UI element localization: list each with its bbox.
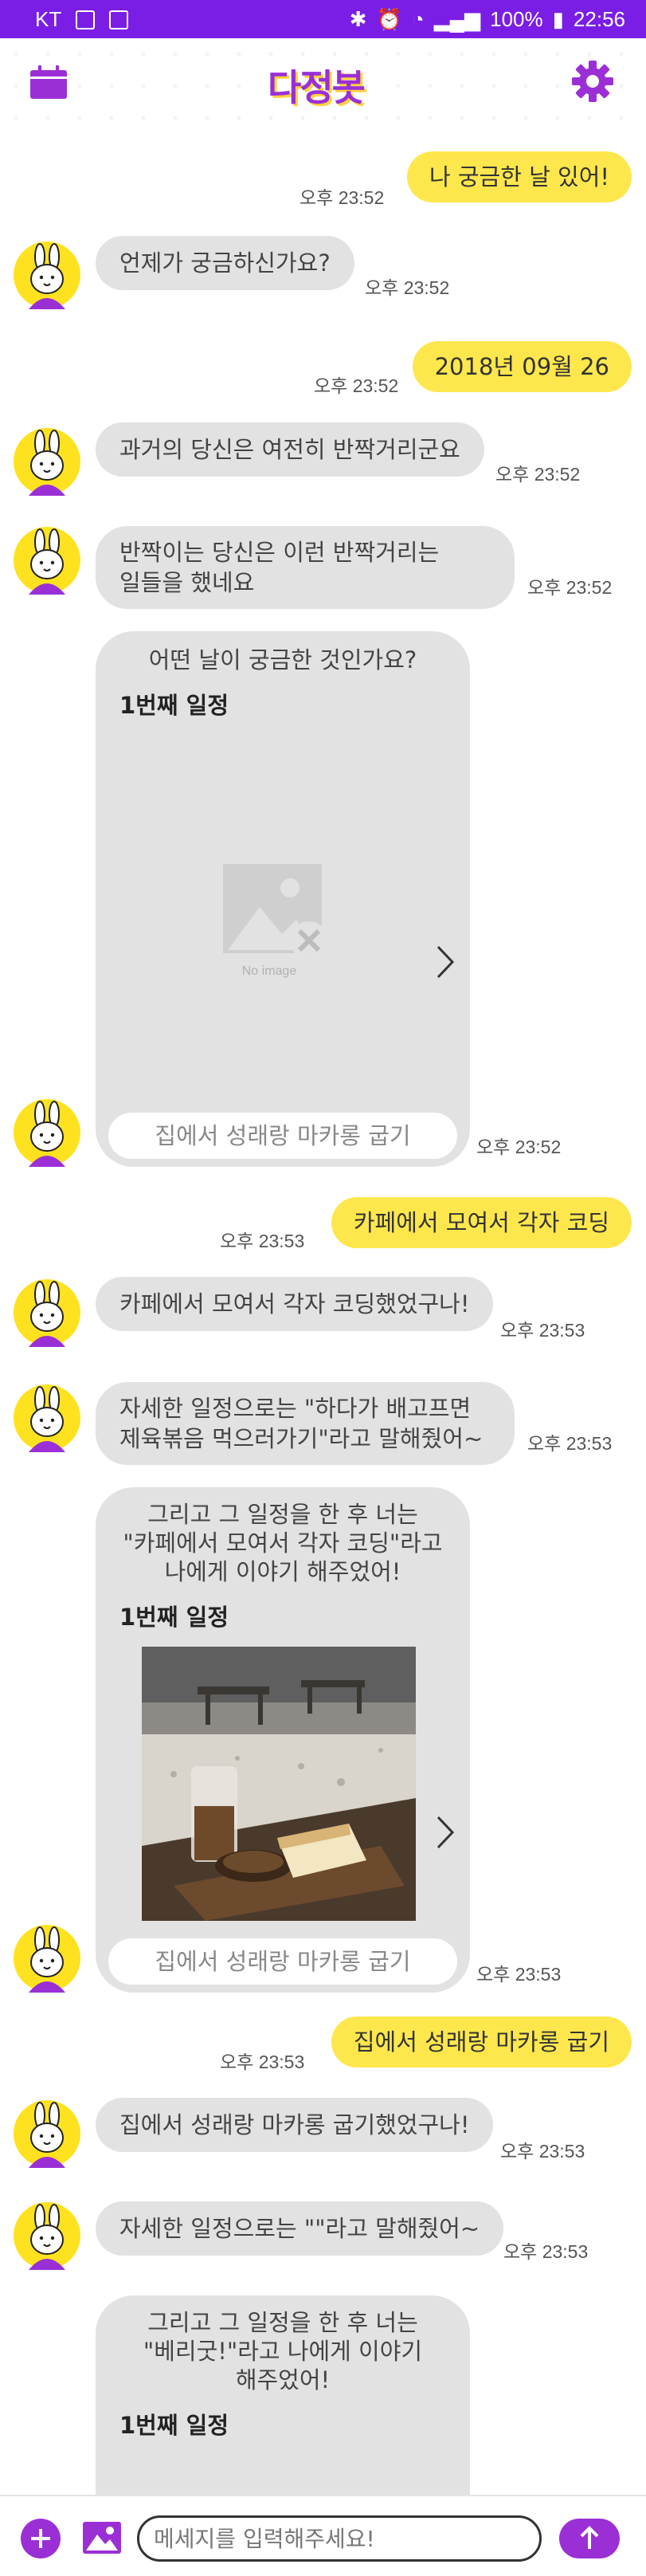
bot-message: 언제가 궁금하신가요? <box>96 236 354 290</box>
signal-icon: ▂▄▆ <box>433 7 481 31</box>
schedule-label: 1번째 일정 <box>119 2412 229 2439</box>
bot-avatar <box>13 1278 81 1347</box>
battery-percent: 100% <box>490 7 543 31</box>
card-line: 그리고 그 일정을 한 후 너는 <box>147 1501 418 1528</box>
card-line: 나에게 이야기 해주었어! <box>164 1558 401 1585</box>
chevron-right-icon[interactable] <box>433 942 457 982</box>
app-header: 다정봇 <box>0 38 646 126</box>
message-line: 자세한 일정으로는 "하다가 배고프면 <box>119 1395 472 1422</box>
message-line: 일들을 했네요 <box>119 569 255 596</box>
message-time: 오후 23:52 <box>300 187 385 208</box>
calendar-button[interactable] <box>29 65 69 100</box>
wifi-icon: ◔ <box>411 7 425 31</box>
message-time: 오후 23:53 <box>527 1433 613 1454</box>
settings-button[interactable] <box>570 59 615 104</box>
alarm-icon: ⏰ <box>376 7 402 31</box>
message-time: 오후 23:53 <box>500 1320 585 1341</box>
gear-icon <box>572 61 613 102</box>
card-line: "카페에서 모여서 각자 코딩"라고 <box>123 1530 443 1557</box>
cafe-photo <box>142 1647 416 1921</box>
message-line: 반짝이는 당신은 이런 반짝거리는 <box>119 539 440 566</box>
checkbox-notification-icon <box>109 10 129 29</box>
bot-message: 집에서 성래랑 마카롱 굽기했었구나! <box>96 2098 494 2152</box>
bot-message: 자세한 일정으로는 "하다가 배고프면 제육볶음 먹으러가기"라고 말해줬어~ <box>96 1382 515 1465</box>
schedule-caption: 집에서 성래랑 마카롱 굽기 <box>108 1938 457 1985</box>
user-message: 집에서 성래랑 마카롱 굽기 <box>331 2016 632 2067</box>
bot-avatar <box>13 427 81 496</box>
bot-message: 자세한 일정으로는 ""라고 말해줬어~ <box>96 2201 504 2256</box>
add-button[interactable] <box>21 2519 61 2558</box>
no-image-icon <box>223 864 328 960</box>
bot-avatar <box>13 1098 81 1167</box>
status-bar: KT ✱ ⏰ ◔ ▂▄▆ 100% ▮ 22:56 <box>0 0 646 38</box>
message-time: 오후 23:52 <box>365 277 450 298</box>
chevron-right-icon[interactable] <box>433 1812 457 1852</box>
bot-avatar <box>13 526 81 595</box>
message-time: 오후 23:53 <box>503 2241 589 2262</box>
card-line: 해주었어! <box>235 2366 331 2393</box>
user-message: 2018년 09월 26 <box>412 341 632 392</box>
card-question: 어떤 날이 궁금한 것인가요? <box>148 646 417 673</box>
schedule-label: 1번째 일정 <box>119 692 229 719</box>
bot-message: 반짝이는 당신은 이런 반짝거리는 일들을 했네요 <box>96 526 515 609</box>
image-button[interactable] <box>81 2517 123 2558</box>
schedule-label: 1번째 일정 <box>119 1604 229 1631</box>
app-logo: 다정봇 <box>268 66 366 109</box>
message-time: 오후 23:52 <box>476 1137 562 1157</box>
bot-avatar <box>13 2201 81 2270</box>
card-question: 그리고 그 일정을 한 후 너는 "베리굿!"라고 나에게 이야기 해주었어! <box>96 2308 470 2394</box>
bot-message: 카페에서 모여서 각자 코딩했었구나! <box>96 1277 494 1331</box>
card-line: "베리굿!"라고 나에게 이야기 <box>143 2338 423 2365</box>
gallery-notification-icon <box>76 10 96 29</box>
bluetooth-icon: ✱ <box>349 7 367 31</box>
send-button[interactable] <box>559 2519 620 2558</box>
message-time: 오후 23:53 <box>220 1231 305 1251</box>
message-time: 오후 23:52 <box>314 375 399 396</box>
battery-icon: ▮ <box>552 7 564 31</box>
bot-avatar <box>13 2099 81 2168</box>
clock: 22:56 <box>573 7 625 31</box>
message-input[interactable] <box>137 2515 542 2562</box>
bot-message: 과거의 당신은 여전히 반짝거리군요 <box>96 422 484 477</box>
plus-icon <box>31 2529 50 2548</box>
message-line: 제육볶음 먹으러가기"라고 말해줬어~ <box>119 1425 484 1452</box>
user-message: 카페에서 모여서 각자 코딩 <box>331 1197 632 1248</box>
user-message: 나 궁금한 날 있어! <box>406 151 632 202</box>
card-line: 그리고 그 일정을 한 후 너는 <box>147 2309 418 2336</box>
arrow-up-icon <box>580 2526 599 2549</box>
message-time: 오후 23:53 <box>220 2052 305 2072</box>
carrier-label: KT <box>35 7 62 31</box>
message-time: 오후 23:52 <box>527 577 613 598</box>
message-time: 오후 23:53 <box>476 1964 562 1985</box>
bot-avatar <box>13 1924 81 1993</box>
message-time: 오후 23:52 <box>495 464 581 485</box>
schedule-card: 그리고 그 일정을 한 후 너는 "카페에서 모여서 각자 코딩"라고 나에게 … <box>96 1487 470 1993</box>
no-image-placeholder: No image <box>220 861 331 980</box>
schedule-caption: 집에서 성래랑 마카롱 굽기 <box>108 1113 457 1159</box>
image-icon <box>83 2522 121 2554</box>
schedule-card: 어떤 날이 궁금한 것인가요? 1번째 일정 No image 집에서 성래랑 … <box>96 631 470 1167</box>
no-image-label: No image <box>241 964 297 978</box>
message-input-bar <box>0 2495 646 2576</box>
bot-avatar <box>13 1384 81 1452</box>
message-time: 오후 23:53 <box>500 2141 585 2162</box>
card-question: 그리고 그 일정을 한 후 너는 "카페에서 모여서 각자 코딩"라고 나에게 … <box>96 1500 470 1586</box>
bot-avatar <box>13 241 81 309</box>
calendar-icon <box>30 65 67 99</box>
